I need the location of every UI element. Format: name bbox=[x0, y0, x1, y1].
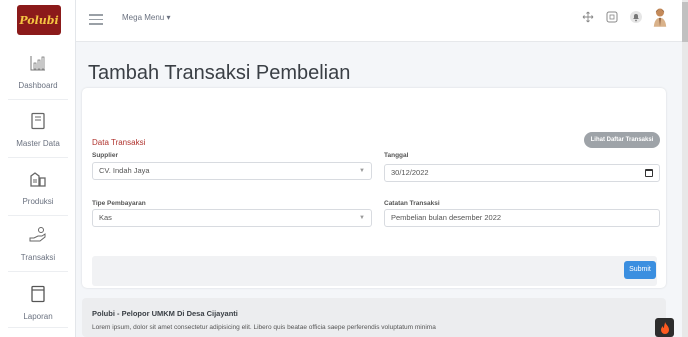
info-text: Lorem ipsum, dolor sit amet consectetur … bbox=[92, 324, 436, 331]
catatan-input[interactable]: Pembelian bulan desember 2022 bbox=[384, 209, 660, 227]
supplier-select[interactable]: CV. Indah Jaya ▼ bbox=[92, 162, 372, 180]
sidebar-item-label: Laporan bbox=[23, 312, 53, 321]
apps-icon[interactable] bbox=[604, 9, 620, 25]
fullscreen-icon[interactable] bbox=[580, 9, 596, 25]
supplier-label: Supplier bbox=[92, 152, 119, 159]
calendar-icon[interactable] bbox=[645, 169, 653, 177]
tanggal-date-input[interactable]: 30/12/2022 bbox=[384, 164, 660, 182]
user-avatar[interactable] bbox=[652, 8, 668, 27]
divider bbox=[8, 215, 68, 216]
tanggal-value: 30/12/2022 bbox=[391, 168, 429, 177]
brand-logo[interactable]: Polubi bbox=[17, 5, 61, 35]
tipe-pembayaran-select[interactable]: Kas ▼ bbox=[92, 209, 372, 227]
submit-button[interactable]: Submit bbox=[624, 261, 656, 279]
hand-coins-icon bbox=[29, 227, 46, 242]
catatan-value: Pembelian bulan desember 2022 bbox=[391, 213, 502, 222]
form-card: Data Transaksi Lihat Daftar Transaksi Su… bbox=[82, 88, 666, 288]
mega-menu-dropdown[interactable]: Mega Menu ▾ bbox=[122, 13, 170, 22]
form-footer bbox=[92, 256, 657, 286]
report-icon bbox=[31, 285, 45, 303]
topbar: Mega Menu ▾ bbox=[76, 0, 688, 42]
supplier-value: CV. Indah Jaya bbox=[99, 166, 150, 175]
tanggal-label: Tanggal bbox=[384, 152, 409, 159]
section-title: Data Transaksi bbox=[92, 138, 146, 147]
sidebar-item-produksi[interactable]: Produksi bbox=[0, 170, 76, 209]
divider bbox=[8, 99, 68, 100]
chart-icon bbox=[30, 56, 45, 71]
tipe-pembayaran-label: Tipe Pembayaran bbox=[92, 200, 146, 207]
sidebar-item-label: Transaksi bbox=[20, 253, 56, 262]
fire-icon[interactable] bbox=[655, 318, 674, 337]
catatan-label: Catatan Transaksi bbox=[384, 200, 440, 207]
sidebar-item-label: Master Data bbox=[16, 139, 60, 148]
divider bbox=[8, 327, 68, 328]
scrollbar-thumb[interactable] bbox=[682, 2, 688, 42]
info-title: Polubi - Pelopor UMKM Di Desa Cijayanti bbox=[92, 309, 238, 318]
sidebar-item-master-data[interactable]: Master Data bbox=[0, 112, 76, 151]
sidebar-item-dashboard[interactable]: Dashboard bbox=[0, 54, 76, 93]
menu-toggle-icon[interactable] bbox=[89, 14, 103, 25]
factory-icon bbox=[30, 172, 46, 187]
document-icon bbox=[31, 112, 45, 130]
sidebar-item-label: Produksi bbox=[22, 197, 54, 206]
page-title: Tambah Transaksi Pembelian bbox=[88, 62, 351, 84]
chevron-down-icon: ▼ bbox=[359, 168, 365, 174]
notification-bell-icon[interactable] bbox=[628, 9, 644, 25]
vertical-scrollbar[interactable] bbox=[682, 0, 688, 337]
chevron-down-icon: ▼ bbox=[359, 215, 365, 221]
sidebar-item-laporan[interactable]: Laporan bbox=[0, 285, 76, 324]
sidebar-item-label: Dashboard bbox=[18, 81, 58, 90]
sidebar: Polubi Dashboard Master Data Produksi Tr… bbox=[0, 0, 76, 337]
sidebar-item-transaksi[interactable]: Transaksi bbox=[0, 226, 76, 265]
divider bbox=[8, 271, 68, 272]
info-card: Polubi - Pelopor UMKM Di Desa Cijayanti … bbox=[82, 298, 666, 337]
view-transaction-list-button[interactable]: Lihat Daftar Transaksi bbox=[584, 132, 660, 148]
tipe-pembayaran-value: Kas bbox=[99, 213, 112, 222]
divider bbox=[8, 157, 68, 158]
brand-logo-text: Polubi bbox=[19, 13, 59, 27]
